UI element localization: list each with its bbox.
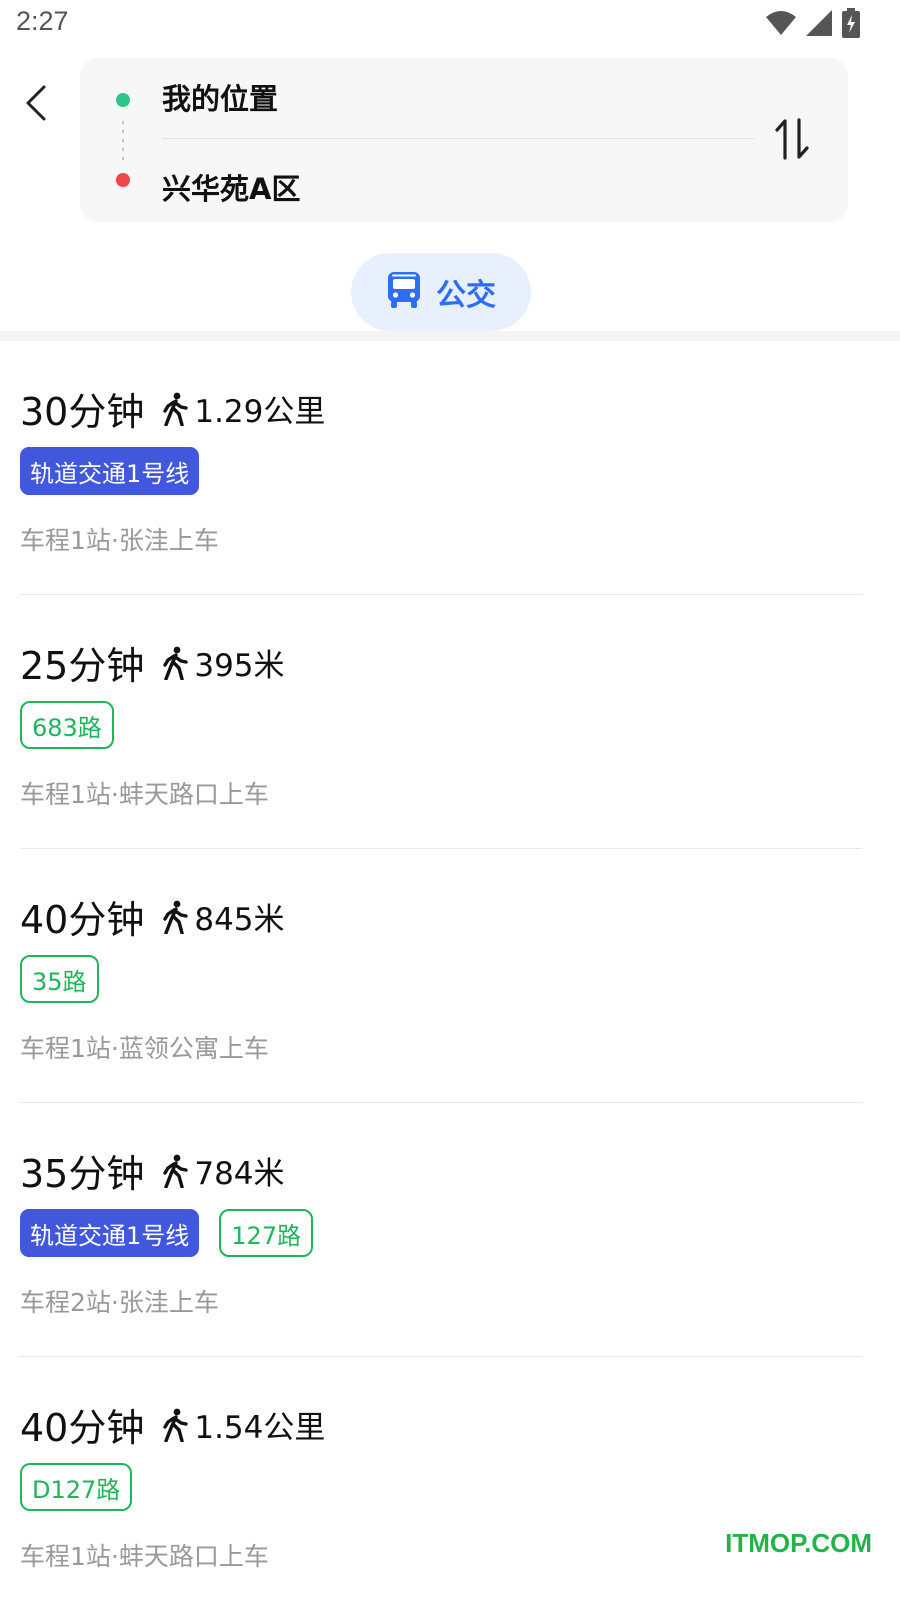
route-connector — [122, 118, 124, 162]
wifi-icon — [766, 10, 796, 40]
walk-distance: 395米 — [194, 648, 285, 684]
line-tags: 35路 — [20, 955, 99, 1003]
route-option[interactable]: 40分钟 1.54公里 D127路车程1站·蚌天路口上车 — [0, 1357, 900, 1611]
walk-icon — [162, 1408, 189, 1442]
route-option[interactable]: 40分钟 845米 35路车程1站·蓝领公寓上车 — [0, 849, 900, 1103]
route-description: 车程1站·蓝领公寓上车 — [20, 1034, 269, 1063]
swap-button[interactable] — [770, 116, 814, 166]
status-bar: 2:27 — [0, 0, 900, 48]
rail-line-tag: 轨道交通1号线 — [20, 447, 200, 495]
route-option[interactable]: 35分钟 784米轨道交通1号线 127路车程2站·张洼上车 — [0, 1103, 900, 1357]
route-summary: 40分钟 845米 — [20, 889, 285, 944]
walk-distance: 845米 — [194, 902, 285, 938]
bus-line-tag: 35路 — [20, 955, 99, 1003]
tab-bus-label: 公交 — [436, 278, 496, 313]
route-description: 车程2站·张洼上车 — [20, 1288, 219, 1317]
signal-icon — [806, 10, 832, 40]
watermark: ITMOP.COM — [725, 1528, 872, 1558]
tab-bus[interactable]: 公交 — [351, 253, 531, 331]
route-option[interactable]: 25分钟 395米 683路车程1站·蚌天路口上车 — [0, 595, 900, 849]
bus-line-tag: D127路 — [20, 1463, 133, 1511]
route-duration: 40分钟 — [20, 1406, 145, 1450]
destination-field[interactable]: 兴华苑A区 — [162, 166, 300, 208]
line-tags: 轨道交通1号线 — [20, 447, 200, 495]
section-divider — [0, 331, 900, 341]
field-divider — [162, 138, 754, 139]
route-duration: 40分钟 — [20, 898, 145, 942]
line-tags: D127路 — [20, 1463, 133, 1511]
bus-icon — [386, 270, 422, 314]
line-tags: 683路 — [20, 701, 114, 749]
route-duration: 30分钟 — [20, 390, 145, 434]
walk-distance: 1.54公里 — [194, 1410, 326, 1446]
line-tags: 轨道交通1号线 127路 — [20, 1209, 314, 1257]
destination-dot — [116, 173, 130, 187]
route-description: 车程1站·蚌天路口上车 — [20, 780, 269, 809]
walk-icon — [162, 900, 189, 934]
origin-field[interactable]: 我的位置 — [162, 76, 278, 118]
walk-distance: 784米 — [194, 1156, 285, 1192]
status-time: 2:27 — [16, 6, 69, 36]
route-duration: 35分钟 — [20, 1152, 145, 1196]
route-summary: 35分钟 784米 — [20, 1143, 285, 1198]
route-option[interactable]: 30分钟 1.29公里轨道交通1号线车程1站·张洼上车 — [0, 341, 900, 595]
route-duration: 25分钟 — [20, 644, 145, 688]
walk-icon — [162, 392, 189, 426]
chevron-left-icon — [24, 84, 48, 126]
route-input-card: 我的位置 兴华苑A区 — [80, 58, 848, 222]
origin-dot — [116, 93, 130, 107]
route-summary: 30分钟 1.29公里 — [20, 381, 325, 436]
route-summary: 40分钟 1.54公里 — [20, 1397, 325, 1452]
walk-distance: 1.29公里 — [194, 394, 326, 430]
route-list: 30分钟 1.29公里 轨道交通1号线 车程1站·张洼上车 25分钟 395米 683路 车程… — [0, 341, 900, 1611]
walk-icon — [162, 646, 189, 680]
back-button[interactable] — [14, 80, 58, 130]
route-description: 车程1站·张洼上车 — [20, 526, 219, 555]
route-description: 车程1站·蚌天路口上车 — [20, 1542, 269, 1571]
swap-vertical-icon — [774, 118, 810, 164]
status-icons — [766, 8, 860, 42]
rail-line-tag: 轨道交通1号线 — [20, 1209, 200, 1257]
route-summary: 25分钟 395米 — [20, 635, 285, 690]
bus-line-tag: 127路 — [219, 1209, 314, 1257]
battery-charging-icon — [842, 8, 860, 42]
walk-icon — [162, 1154, 189, 1188]
bus-line-tag: 683路 — [20, 701, 114, 749]
